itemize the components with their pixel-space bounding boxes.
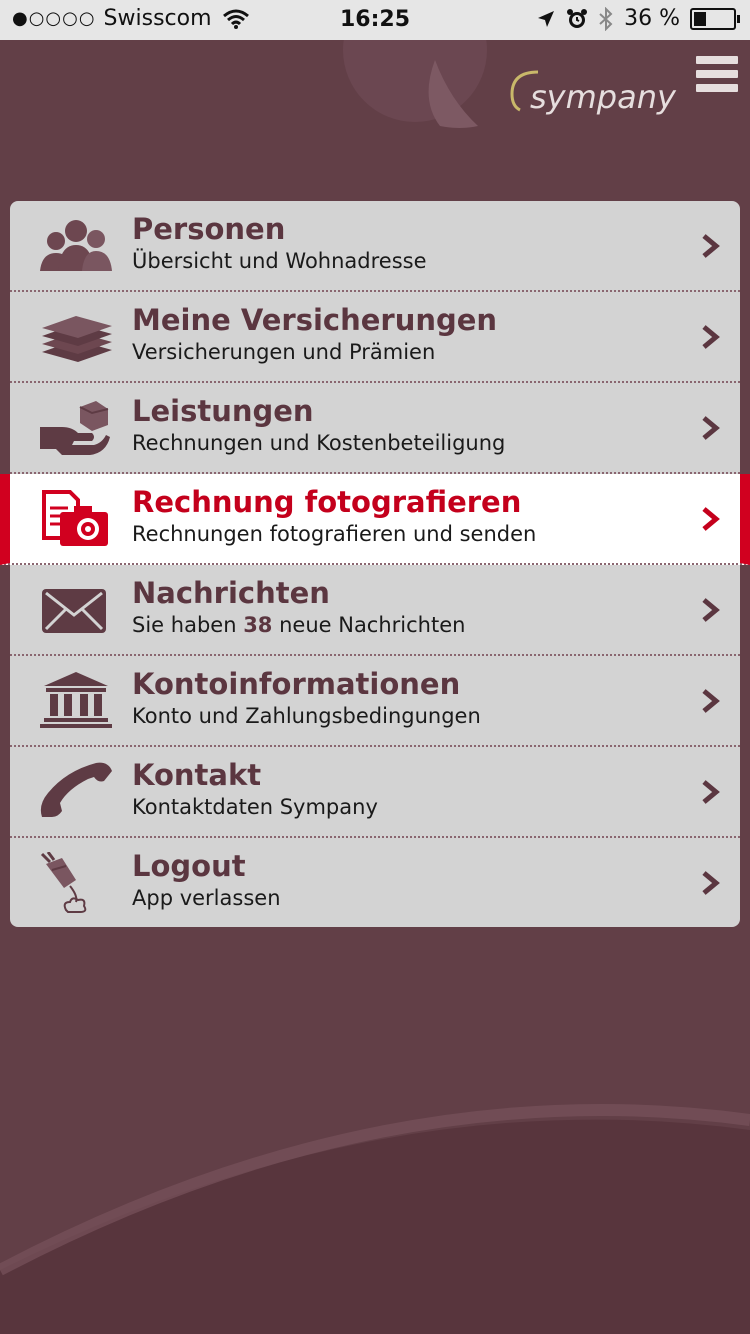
menu-item-title: Kontakt <box>132 758 262 792</box>
menu-item-title: Personen <box>132 212 286 246</box>
menu-item-subtitle: Versicherungen und Prämien <box>132 340 436 364</box>
chevron-right-icon <box>702 871 720 895</box>
camera-document-icon <box>42 490 108 546</box>
hamburger-line <box>696 56 738 64</box>
menu-item-subtitle: Rechnungen fotografieren und senden <box>132 522 537 546</box>
chevron-right-icon <box>702 234 720 258</box>
menu-item-title: Logout <box>132 849 246 883</box>
hand-box-icon <box>40 401 110 455</box>
chevron-right-icon <box>702 325 720 349</box>
people-icon <box>40 220 112 271</box>
menu-item-subtitle: Kontaktdaten Sympany <box>132 795 378 819</box>
menu-item-nachrichten[interactable]: Nachrichten Sie haben 38 neue Nachrichte… <box>10 565 740 656</box>
plug-icon <box>40 852 87 913</box>
menu-item-personen[interactable]: Personen Übersicht und Wohnadresse <box>10 201 740 292</box>
menu-item-title: Rechnung fotografieren <box>132 485 522 519</box>
menu-item-subtitle: App verlassen <box>132 886 281 910</box>
logo-text: sympany <box>530 78 676 116</box>
bank-icon <box>40 672 112 728</box>
subtitle-prefix: Sie haben <box>132 613 244 637</box>
chevron-right-icon <box>702 507 720 531</box>
stack-icon <box>42 316 112 362</box>
hamburger-line <box>696 84 738 92</box>
menu-item-subtitle: Sie haben 38 neue Nachrichten <box>132 613 465 637</box>
chevron-right-icon <box>702 780 720 804</box>
menu-item-title: Leistungen <box>132 394 314 428</box>
menu-item-title: Meine Versicherungen <box>132 303 498 337</box>
location-arrow-icon <box>538 10 555 27</box>
chevron-right-icon <box>702 598 720 622</box>
menu-item-subtitle: Rechnungen und Kostenbeteiligung <box>132 431 506 455</box>
menu-item-kontakt[interactable]: Kontakt Kontaktdaten Sympany <box>10 747 740 838</box>
menu-item-versicherungen[interactable]: Meine Versicherungen Versicherungen und … <box>10 292 740 383</box>
phone-icon <box>40 762 112 817</box>
chevron-right-icon <box>702 416 720 440</box>
chevron-right-icon <box>702 689 720 713</box>
menu-item-title: Kontoinformationen <box>132 667 461 701</box>
battery-icon <box>690 7 740 30</box>
hamburger-line <box>696 70 738 78</box>
menu-item-rechnung-fotografieren[interactable]: Rechnung fotografieren Rechnungen fotogr… <box>0 474 750 565</box>
bluetooth-icon <box>599 6 613 31</box>
message-count: 38 <box>243 613 273 637</box>
sympany-logo: sympany <box>508 66 676 126</box>
menu-item-subtitle: Übersicht und Wohnadresse <box>132 249 427 273</box>
menu-item-title: Nachrichten <box>132 576 330 610</box>
envelope-icon <box>42 589 106 633</box>
battery-percent: 36 % <box>624 6 680 31</box>
main-menu: Personen Übersicht und Wohnadresse Meine… <box>0 201 750 927</box>
menu-item-leistungen[interactable]: Leistungen Rechnungen und Kostenbeteilig… <box>10 383 740 474</box>
menu-item-logout[interactable]: Logout App verlassen <box>10 838 740 927</box>
alarm-icon <box>567 8 588 28</box>
status-bar: ●○○○○ Swisscom 16:25 36 % <box>0 0 750 40</box>
subtitle-suffix: neue Nachrichten <box>272 613 466 637</box>
menu-item-subtitle: Konto und Zahlungsbedingungen <box>132 704 481 728</box>
hamburger-menu-button[interactable] <box>696 56 738 96</box>
menu-item-kontoinformationen[interactable]: Kontoinformationen Konto und Zahlungsbed… <box>10 656 740 747</box>
